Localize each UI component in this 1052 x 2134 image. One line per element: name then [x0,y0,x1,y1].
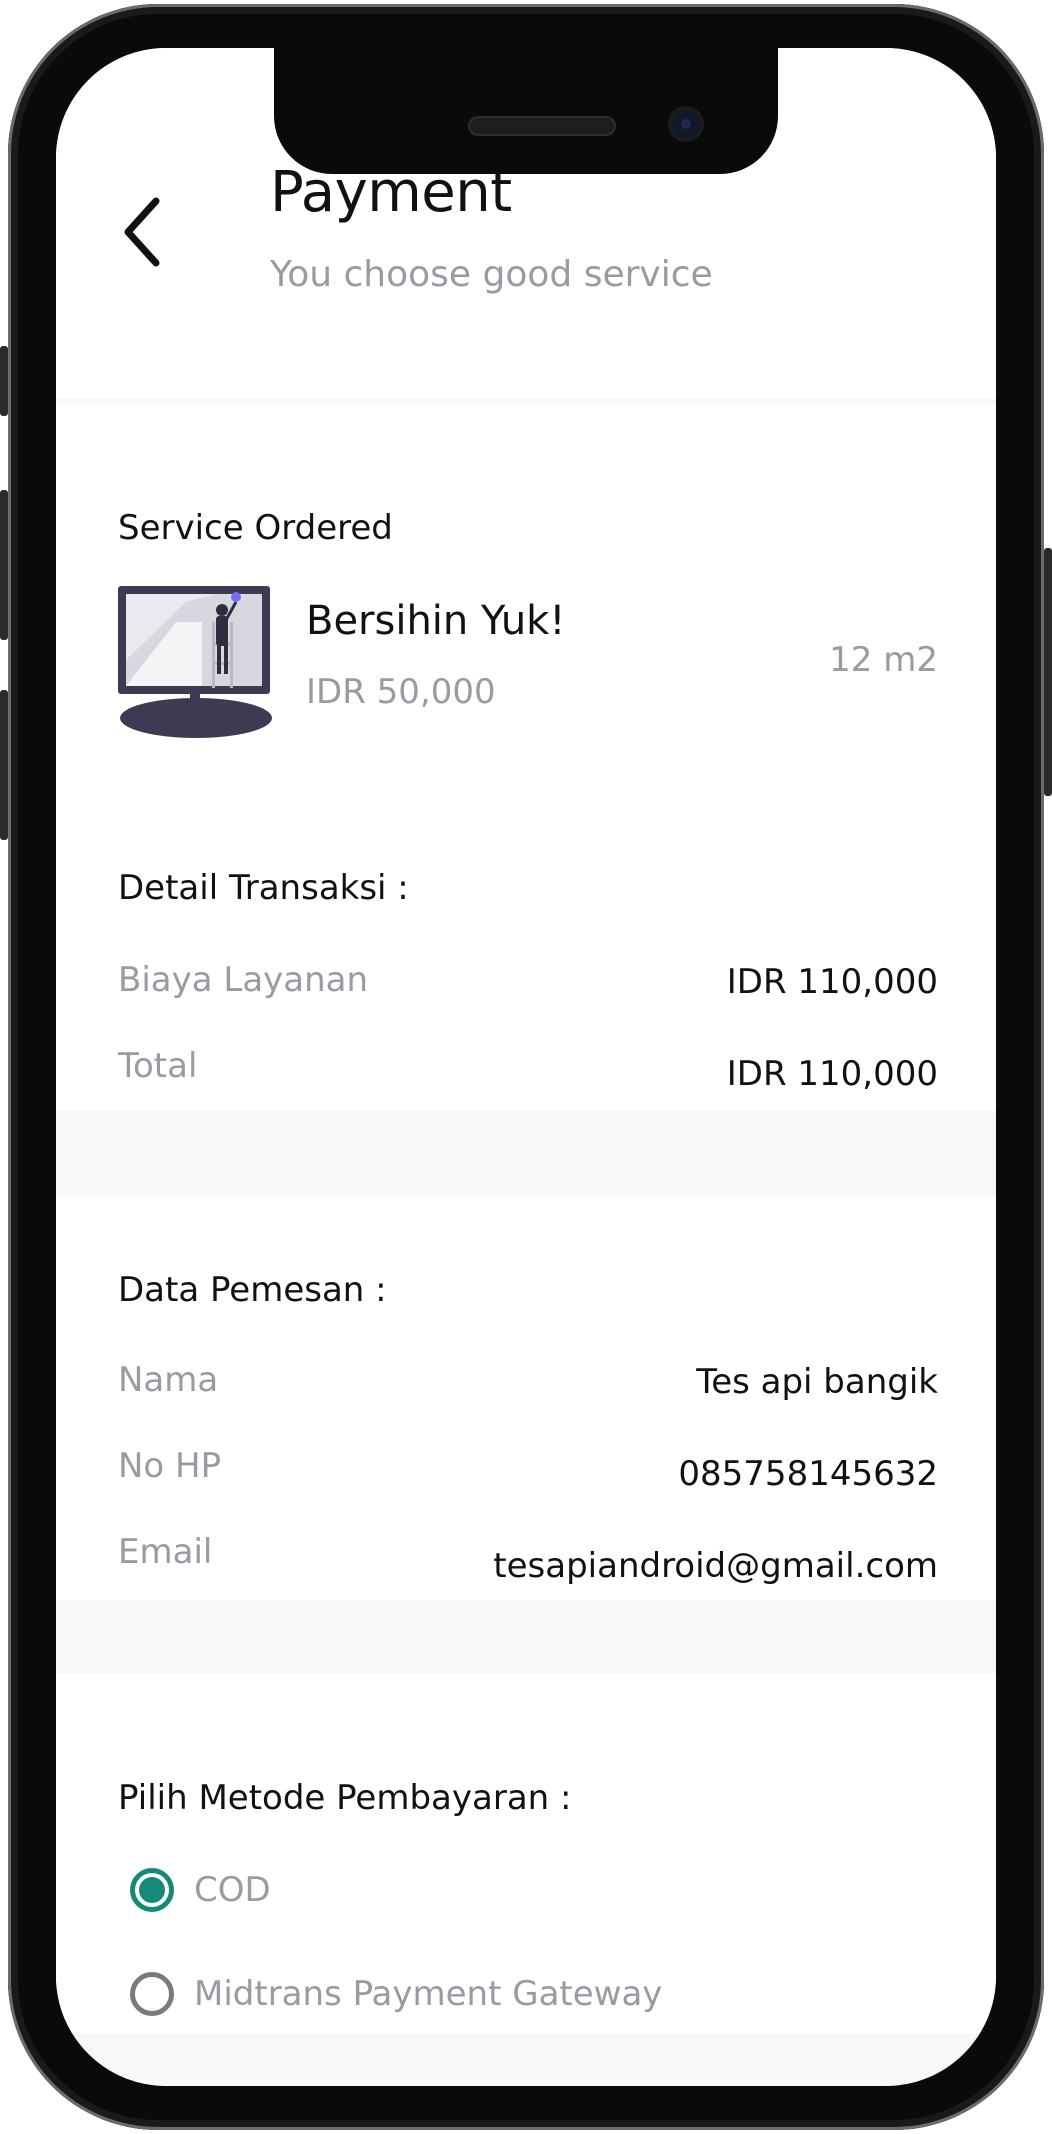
front-camera [672,110,700,138]
volume-up-button [0,490,8,640]
service-ordered-heading: Service Ordered [118,508,393,548]
phone-device: Payment You choose good service Service … [0,0,1052,2134]
total-value: IDR 110,000 [726,1054,938,1094]
service-illustration [116,582,274,746]
service-quantity: 12 m2 [829,640,938,680]
order-summary-card: Service Ordered Bersihin Yuk! IDR 50,000… [56,404,996,1110]
customer-data-heading: Data Pemesan : [118,1270,387,1310]
volume-down-button [0,690,8,840]
radio-unselected-icon[interactable] [130,1972,174,2016]
back-button[interactable] [112,192,172,272]
service-name: Bersihin Yuk! [306,598,566,644]
mute-switch [0,346,8,416]
app-screen: Payment You choose good service Service … [56,48,996,2086]
name-value: Tes api bangik [696,1362,938,1402]
phone-value: 085758145632 [678,1454,938,1494]
service-fee-label: Biaya Layanan [118,960,369,1000]
payment-method-heading: Pilih Metode Pembayaran : [118,1778,572,1818]
page-subtitle: You choose good service [270,254,713,295]
payment-option-cod[interactable]: COD [130,1868,271,1912]
payment-option-label: Midtrans Payment Gateway [194,1974,663,2014]
chevron-left-icon [124,197,160,267]
transaction-heading: Detail Transaksi : [118,868,409,908]
speaker-grille [468,116,616,136]
email-label: Email [118,1532,213,1572]
email-value: tesapiandroid@gmail.com [493,1546,938,1586]
power-button [1044,548,1052,796]
notch [274,48,778,174]
service-price: IDR 50,000 [306,672,496,712]
payment-option-midtrans[interactable]: Midtrans Payment Gateway [130,1972,662,2016]
radio-selected-icon[interactable] [130,1868,174,1912]
payment-option-label: COD [194,1870,271,1910]
phone-label: No HP [118,1446,222,1486]
name-label: Nama [118,1360,219,1400]
customer-data-card: Data Pemesan : Nama Tes api bangik No HP… [56,1196,996,1600]
payment-method-card: Pilih Metode Pembayaran : COD Midtrans P… [56,1674,996,2034]
service-fee-value: IDR 110,000 [726,962,938,1002]
total-label: Total [118,1046,198,1086]
